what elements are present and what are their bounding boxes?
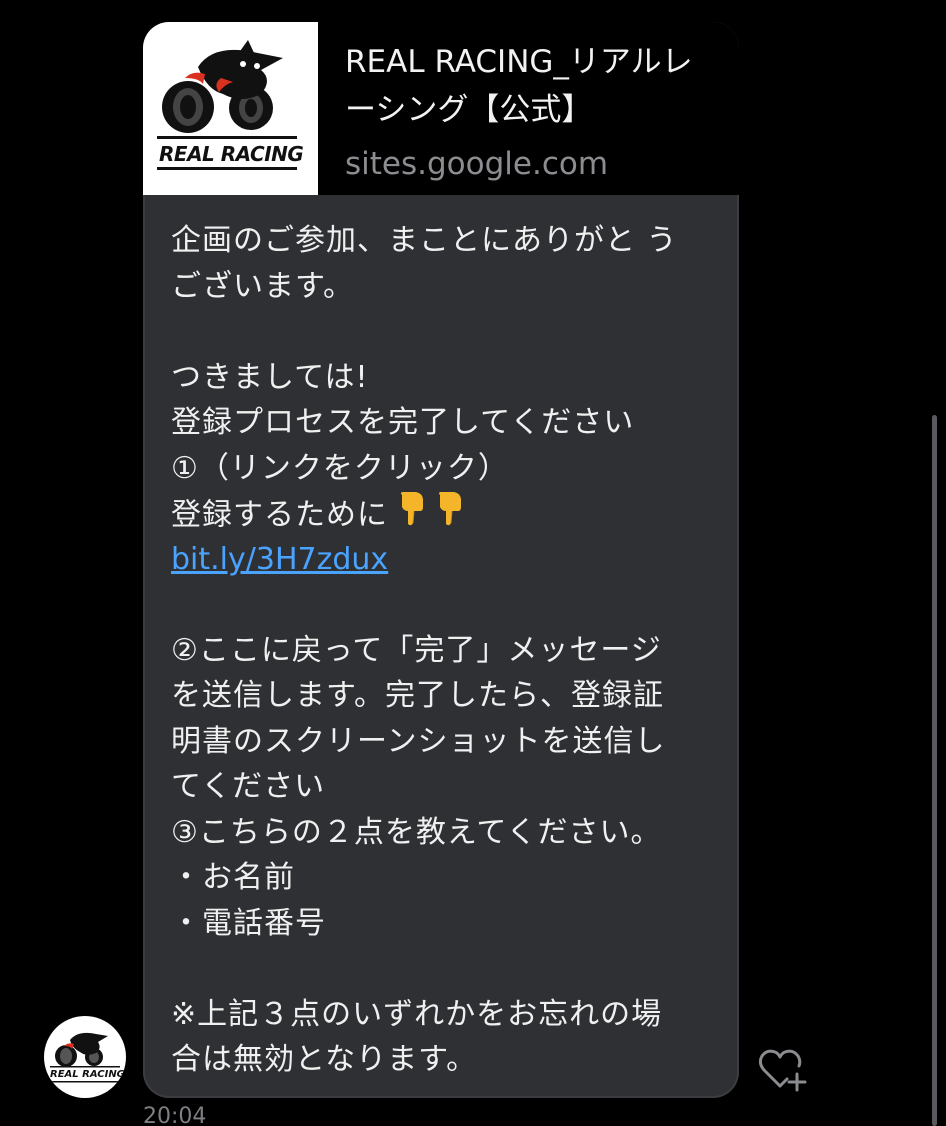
- message-link-line: bit.ly/3H7zdux: [171, 537, 716, 583]
- message-line: てください: [171, 769, 326, 804]
- chat-screen: REAL RACING REAL RACING_リアルレーシング【公式】 sit…: [0, 0, 946, 1126]
- link-preview-domain: sites.google.com: [345, 146, 609, 182]
- pointing-down-hand-emoji: [434, 491, 464, 541]
- sender-avatar[interactable]: REAL RACING: [44, 1016, 126, 1098]
- link-preview-thumbnail[interactable]: REAL RACING: [143, 22, 318, 195]
- message-line: 登録プロセスを完了してください: [171, 405, 635, 440]
- message-line: を送信します。完了したら、登録証: [171, 678, 664, 713]
- message-timestamp: 20:04: [143, 1104, 207, 1126]
- logo-wordmark: REAL RACING: [159, 142, 304, 166]
- scrollbar[interactable]: [932, 415, 937, 1126]
- message-line: 明書のスクリーンショットを送信し: [171, 723, 666, 759]
- message-bubble[interactable]: REAL RACING REAL RACING_リアルレーシング【公式】 sit…: [143, 22, 739, 1098]
- message-line: ※上記３点のいずれかをお忘れの場: [171, 996, 663, 1032]
- racing-mascot-avatar-logo: [50, 1032, 120, 1083]
- message-line-with-emoji: 登録するために: [171, 491, 716, 537]
- heart-plus-icon: [758, 1049, 807, 1092]
- pointing-down-hand-emoji: [396, 491, 426, 541]
- message-line: つきましては!: [171, 359, 369, 395]
- message-line: ②ここに戻って「完了」メッセージ: [171, 632, 662, 668]
- avatar-wordmark: REAL RACING: [50, 1069, 125, 1080]
- logo-divider-bottom: [157, 167, 297, 170]
- message-line: ③こちらの２点を教えてください。: [171, 814, 662, 850]
- message-line: 合は無効となります。: [171, 1042, 478, 1077]
- logo-divider-top: [157, 136, 297, 139]
- link-preview-card[interactable]: REAL RACING REAL RACING_リアルレーシング【公式】 sit…: [143, 22, 739, 195]
- link-preview-info[interactable]: REAL RACING_リアルレーシング【公式】 sites.google.co…: [318, 22, 739, 195]
- message-line: ・電話番号: [171, 905, 326, 941]
- message-line: 登録するために: [171, 497, 388, 533]
- message-text: 企画のご参加、まことにありがと う ございます。 つきましては! 登録プロセスを…: [171, 218, 716, 1083]
- like-reaction-button[interactable]: [757, 1048, 807, 1094]
- link-preview-title[interactable]: REAL RACING_リアルレーシング【公式】: [345, 38, 705, 134]
- short-link[interactable]: bit.ly/3H7zdux: [171, 542, 388, 577]
- message-line: 企画のご参加、まことにありがと う: [171, 223, 678, 258]
- message-line: ・お名前: [171, 860, 295, 895]
- message-line: ①（リンクをクリック）: [171, 450, 509, 486]
- message-line: ございます。: [171, 268, 354, 304]
